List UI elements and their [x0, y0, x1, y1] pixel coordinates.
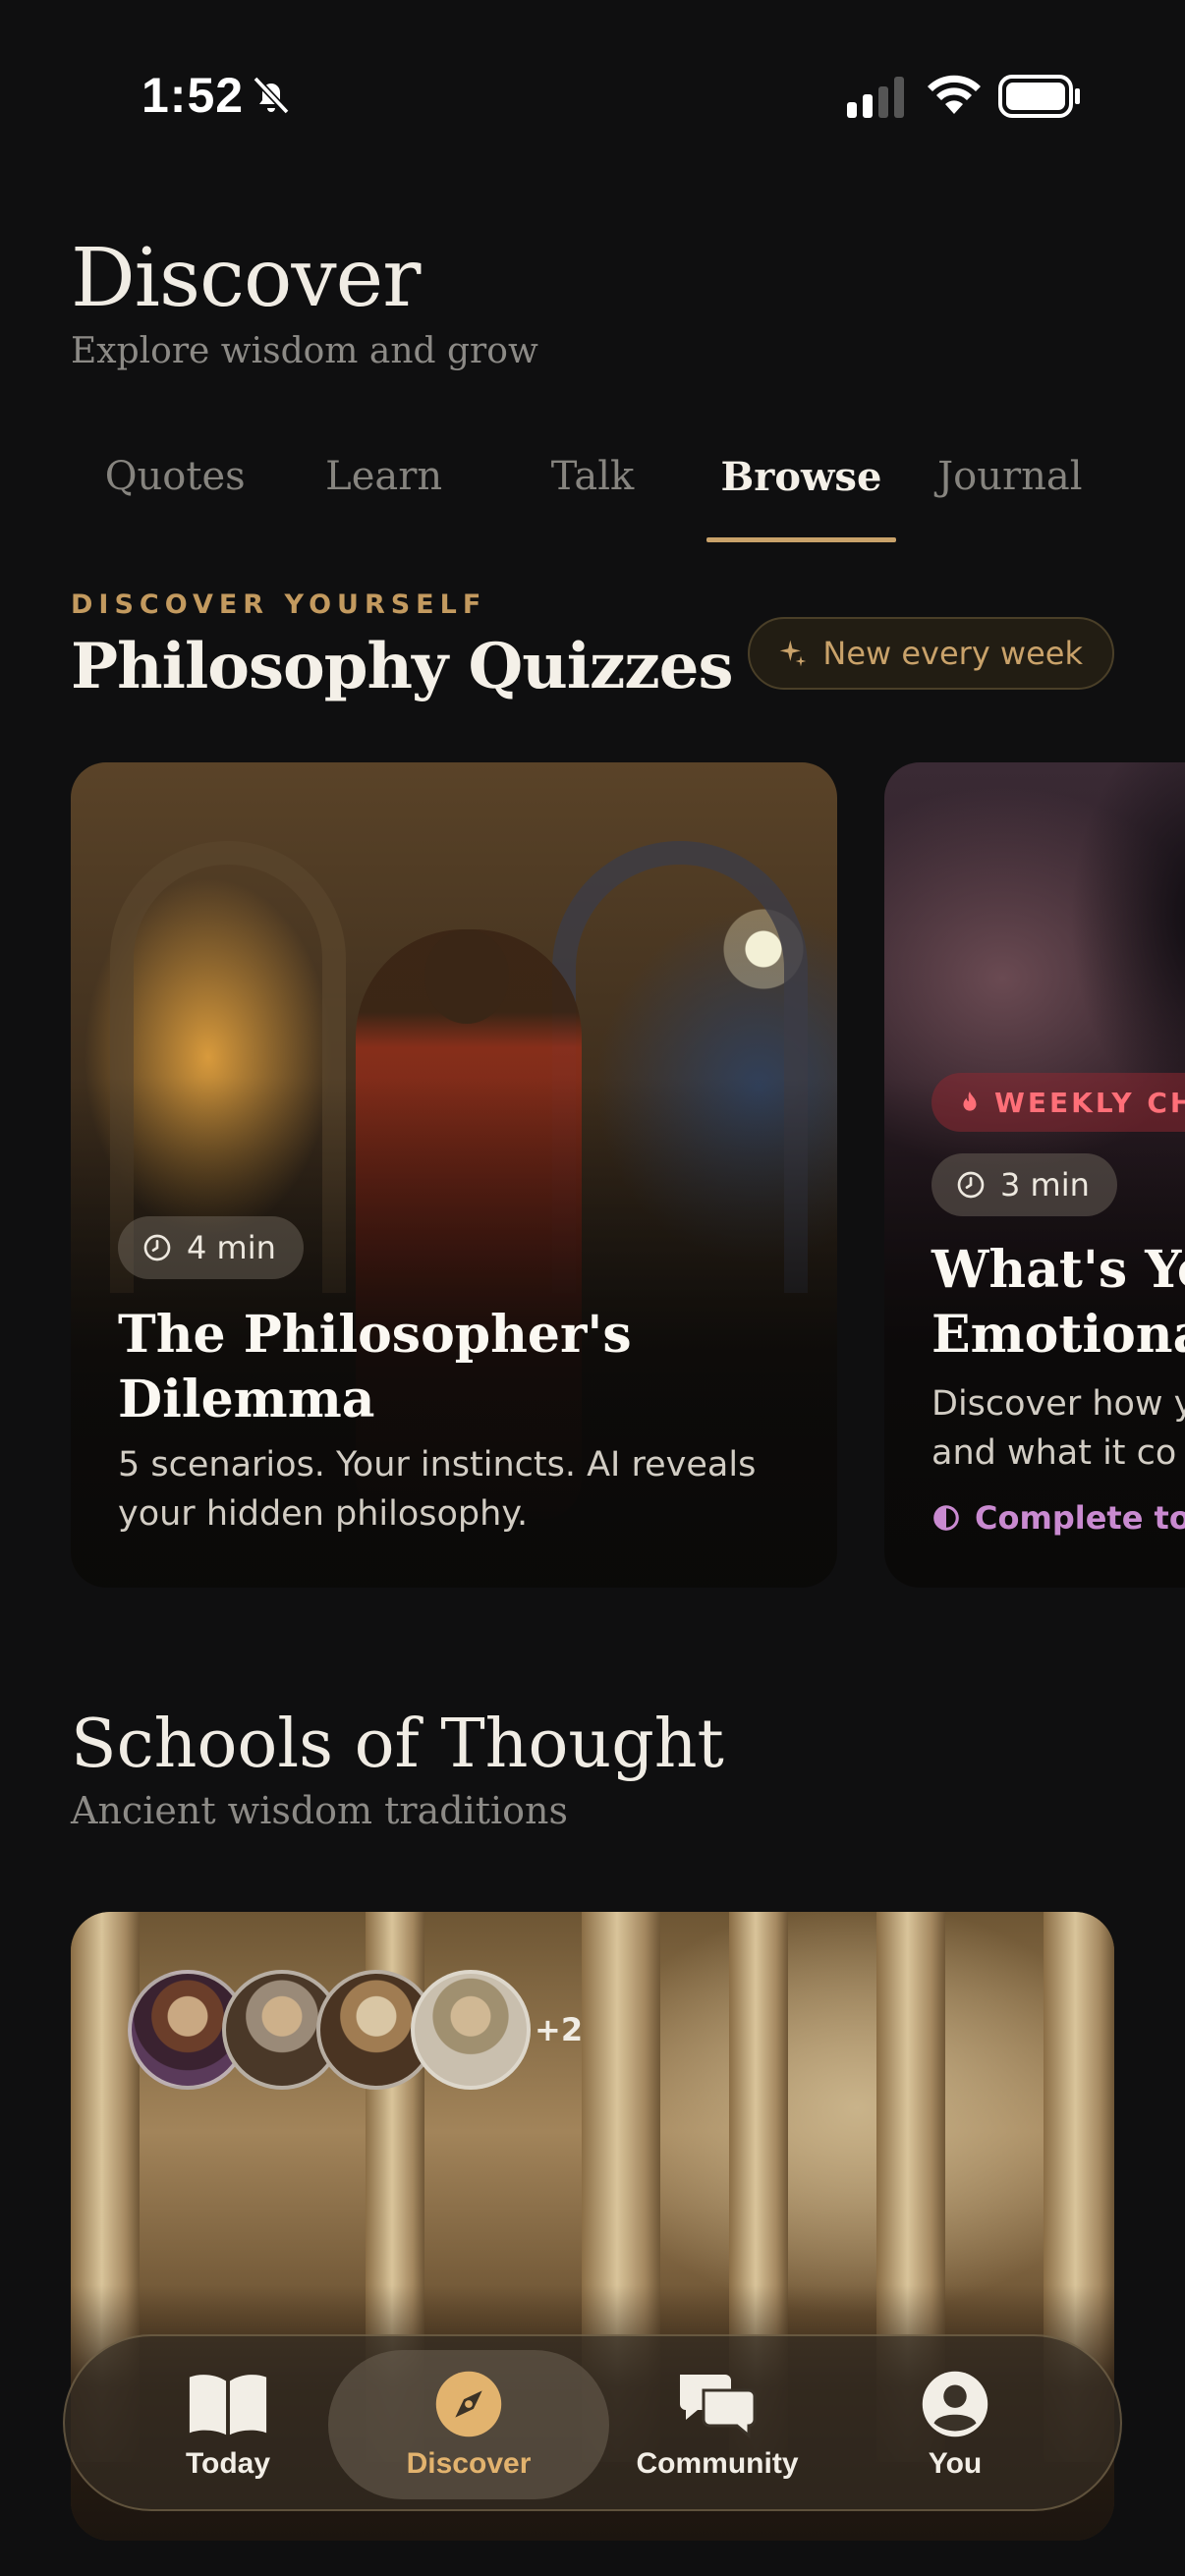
quiz-card-title-line: The Philosopher's — [118, 1305, 632, 1365]
duration-pill: 3 min — [931, 1153, 1117, 1216]
duration-label: 4 min — [187, 1229, 276, 1266]
more-avatars-count: +2 — [535, 2011, 584, 2048]
avatar — [411, 1970, 531, 2090]
bell-muted-icon — [253, 76, 290, 115]
card-image-figure-head — [424, 929, 509, 1024]
quiz-card-title: What's You Emotional — [931, 1238, 1185, 1368]
tabbar-item-you[interactable]: You — [876, 2336, 1034, 2513]
status-time: 1:52 — [141, 68, 245, 123]
wifi-icon — [928, 75, 981, 114]
tabbar-label: Discover — [406, 2447, 532, 2480]
quizzes-section-header: DISCOVER YOURSELF Philosophy Quizzes New… — [71, 589, 1114, 703]
tabbar-item-discover[interactable]: Discover — [377, 2336, 560, 2513]
complete-hint: Complete to — [931, 1499, 1185, 1537]
schools-title: Schools of Thought — [71, 1706, 724, 1783]
book-icon — [189, 2375, 267, 2436]
tabbar-item-today[interactable]: Today — [140, 2336, 316, 2513]
tab-journal[interactable]: Journal — [906, 444, 1114, 542]
half-circle-icon — [933, 1505, 959, 1531]
complete-hint-label: Complete to — [975, 1499, 1185, 1537]
weekly-challenge-badge: WEEKLY CH — [931, 1073, 1185, 1132]
quiz-card-title-line: Emotional — [931, 1305, 1185, 1365]
chat-bubbles-icon — [680, 2375, 757, 2439]
weekly-challenge-label: WEEKLY CH — [994, 1086, 1185, 1119]
duration-pill: 4 min — [118, 1216, 304, 1279]
quiz-card-description: Discover how y and what it co — [931, 1379, 1185, 1478]
page-subtitle: Explore wisdom and grow — [71, 331, 538, 371]
quiz-card-description: 5 scenarios. Your instincts. AI reveals … — [118, 1440, 756, 1539]
tabbar-item-community[interactable]: Community — [621, 2336, 814, 2513]
quiz-card-desc-line: your hidden philosophy. — [118, 1494, 529, 1534]
schools-subtitle: Ancient wisdom traditions — [71, 1789, 569, 1832]
quizzes-eyebrow: DISCOVER YOURSELF — [71, 589, 487, 620]
quiz-card-desc-line: Discover how y — [931, 1384, 1185, 1424]
new-every-week-label: New every week — [822, 635, 1083, 672]
quiz-card-desc-line: 5 scenarios. Your instincts. AI reveals — [118, 1445, 757, 1484]
tabbar-label: Community — [636, 2447, 799, 2480]
battery-icon — [998, 75, 1080, 118]
compass-icon — [435, 2371, 502, 2437]
quiz-card-title: The Philosopher's Dilemma — [118, 1303, 632, 1432]
sparkle-icon — [780, 640, 807, 667]
quiz-card-desc-line: and what it co — [931, 1433, 1177, 1473]
tab-browse[interactable]: Browse — [697, 444, 905, 542]
tab-quotes[interactable]: Quotes — [71, 444, 279, 542]
section-tabs: Quotes Learn Talk Browse Journal — [71, 444, 1114, 542]
flame-icon — [963, 1092, 977, 1111]
bottom-tab-bar: Today Discover Community You — [63, 2334, 1122, 2511]
schools-section-header: Schools of Thought Ancient wisdom tradit… — [71, 1706, 724, 1832]
page-title: Discover — [71, 232, 421, 325]
cellular-signal-icon — [847, 77, 904, 118]
quiz-card-philosophers-dilemma[interactable]: 4 min The Philosopher's Dilemma 5 scenar… — [71, 762, 837, 1588]
clock-icon — [143, 1234, 171, 1261]
tabbar-label: Today — [185, 2447, 271, 2480]
status-bar: 1:52 — [0, 0, 1185, 177]
philosopher-avatars: +2 — [128, 1969, 583, 2091]
page-header: Discover Explore wisdom and grow — [71, 232, 538, 371]
person-icon — [922, 2371, 988, 2437]
tab-talk[interactable]: Talk — [488, 444, 697, 542]
clock-icon — [957, 1171, 985, 1199]
new-every-week-badge: New every week — [748, 617, 1114, 690]
quiz-card-title-line: Dilemma — [118, 1370, 375, 1429]
quiz-card-title-line: What's You — [931, 1240, 1185, 1300]
tab-learn[interactable]: Learn — [279, 444, 487, 542]
duration-label: 3 min — [1000, 1166, 1090, 1204]
tabbar-label: You — [928, 2447, 983, 2480]
quiz-card-emotional[interactable]: WEEKLY CH 3 min What's You Emotional Dis… — [884, 762, 1185, 1588]
